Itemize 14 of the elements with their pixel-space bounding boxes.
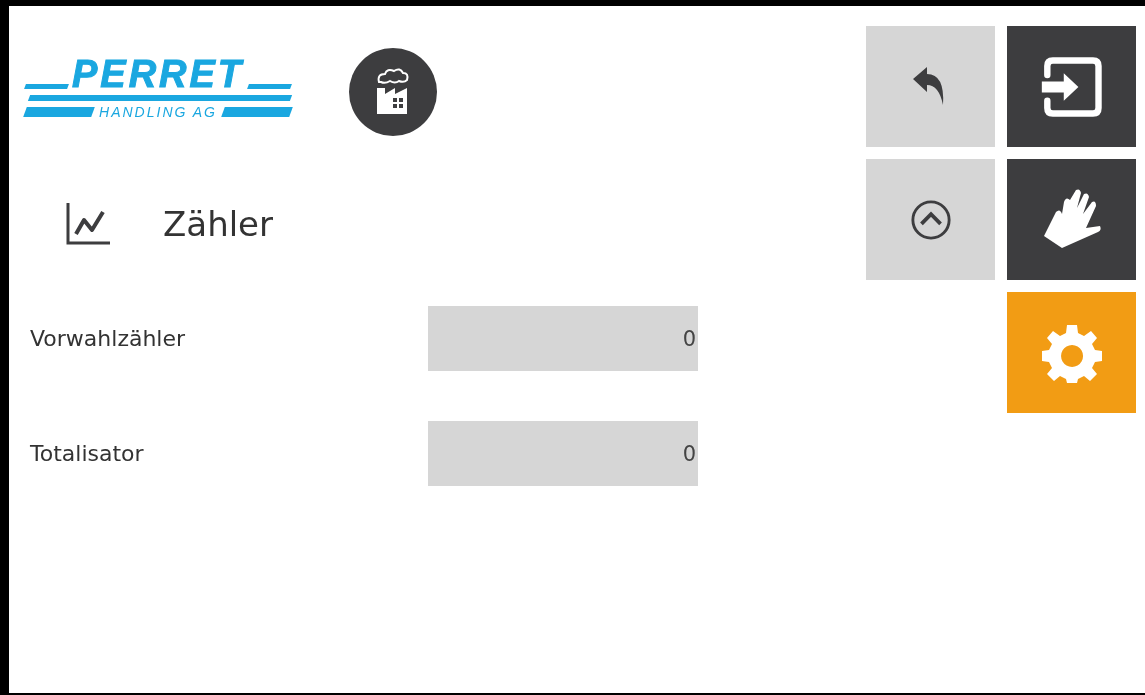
counter-field[interactable]: 0	[428, 421, 698, 486]
page-title: Zähler	[163, 204, 274, 244]
factory-icon[interactable]	[349, 48, 437, 136]
exit-button[interactable]	[1007, 26, 1136, 147]
field-label: Totalisator	[29, 441, 145, 466]
up-button[interactable]	[866, 159, 995, 280]
manual-button[interactable]	[1007, 159, 1136, 280]
counter-field[interactable]: 0	[428, 306, 698, 371]
back-button[interactable]	[866, 26, 995, 147]
company-logo: PERRET HANDLING AG	[25, 56, 291, 120]
chevron-up-icon	[909, 197, 952, 242]
line-chart-icon	[65, 202, 111, 246]
field-label: Vorwahlzähler	[29, 326, 187, 351]
exit-icon	[1039, 54, 1104, 119]
